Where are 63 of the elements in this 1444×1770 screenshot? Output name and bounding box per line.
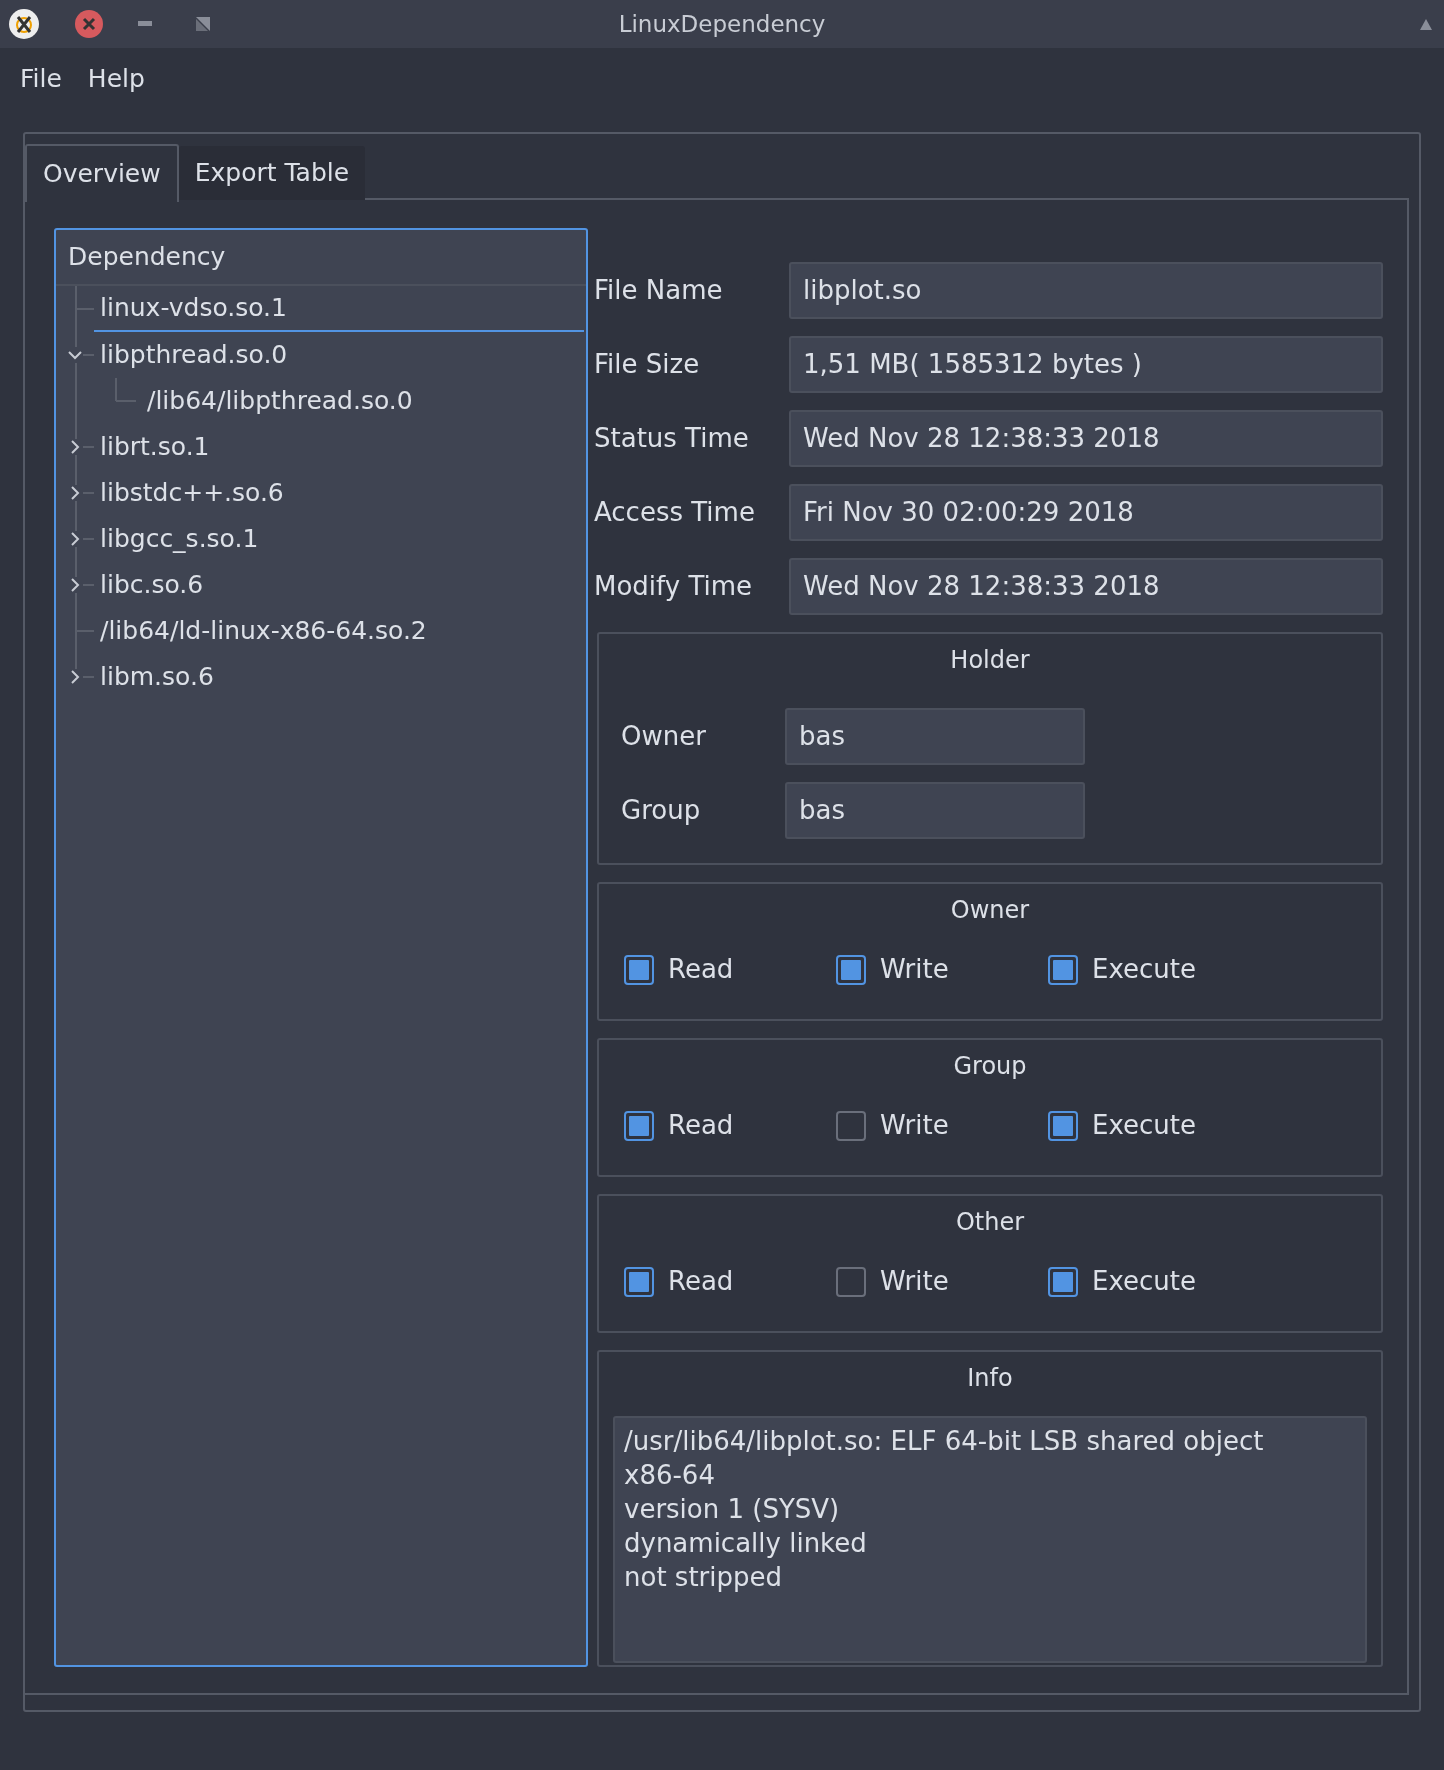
text-field[interactable]: Wed Nov 28 12:38:33 2018 xyxy=(789,558,1383,615)
text-field[interactable]: Wed Nov 28 12:38:33 2018 xyxy=(789,410,1383,467)
text-field[interactable]: Fri Nov 30 02:00:29 2018 xyxy=(789,484,1383,541)
text-field[interactable]: bas xyxy=(785,708,1085,765)
group-title: Holder xyxy=(950,645,1030,676)
maximize-icon[interactable] xyxy=(196,17,210,31)
checkbox[interactable] xyxy=(624,1266,654,1297)
tree-item[interactable]: libstdc++.so.6 xyxy=(94,470,584,516)
checkbox[interactable] xyxy=(1048,1110,1078,1141)
checkbox-label: Write xyxy=(880,953,949,986)
checkbox[interactable] xyxy=(624,1110,654,1141)
field-label: Owner xyxy=(621,720,707,753)
field-label: Modify Time xyxy=(594,570,754,603)
checkbox[interactable] xyxy=(1048,1266,1078,1297)
group-title: Info xyxy=(967,1363,1013,1394)
tree-item[interactable]: libpthread.so.0 xyxy=(94,332,584,378)
checkbox-label: Execute xyxy=(1092,953,1196,986)
checkbox-label: Write xyxy=(880,1265,949,1298)
checkbox-label: Execute xyxy=(1092,1109,1196,1142)
close-icon[interactable] xyxy=(74,9,104,39)
shade-icon[interactable] xyxy=(1420,18,1432,30)
group-title: Owner xyxy=(950,895,1030,926)
menu-item[interactable]: Help xyxy=(77,56,155,102)
text-line: dynamically linked xyxy=(624,1527,868,1560)
tree-item[interactable]: librt.so.1 xyxy=(94,424,584,470)
field-label: Access Time xyxy=(594,496,756,529)
minimize-icon[interactable] xyxy=(138,21,152,27)
tree-item[interactable]: libgcc_s.so.1 xyxy=(94,516,584,562)
checkbox[interactable] xyxy=(1048,954,1078,985)
field-label: File Name xyxy=(594,274,724,307)
checkbox-label: Execute xyxy=(1092,1265,1196,1298)
group-title: Other xyxy=(955,1207,1025,1238)
tree-item[interactable]: libm.so.6 xyxy=(94,654,584,700)
text-line: version 1 (SYSV) xyxy=(624,1493,841,1526)
field-label: Status Time xyxy=(594,422,750,455)
tab[interactable]: Export Table xyxy=(178,146,366,200)
checkbox[interactable] xyxy=(836,1266,866,1297)
app-icon[interactable] xyxy=(8,8,40,40)
field-label: Group xyxy=(621,794,702,827)
window-title: LinuxDependency xyxy=(618,9,826,39)
text-field[interactable]: libplot.so xyxy=(789,262,1383,319)
checkbox-label: Read xyxy=(668,1109,734,1142)
checkbox[interactable] xyxy=(836,954,866,985)
text-line: /usr/lib64/libplot.so: ELF 64-bit LSB shared object xyxy=(624,1425,1265,1458)
checkbox-label: Write xyxy=(880,1109,949,1142)
checkbox-label: Read xyxy=(668,1265,734,1298)
group-title: Group xyxy=(953,1051,1027,1082)
text-area[interactable]: /usr/lib64/libplot.so: ELF 64-bit LSB shared object x86-64 version 1 (SYSV) dynamically linked not stripped xyxy=(613,1416,1367,1663)
checkbox[interactable] xyxy=(624,954,654,985)
checkbox-label: Read xyxy=(668,953,734,986)
tree-item[interactable]: linux-vdso.so.1 xyxy=(94,286,584,332)
text-line: x86-64 xyxy=(624,1459,716,1492)
checkbox[interactable] xyxy=(836,1110,866,1141)
text-line: not stripped xyxy=(624,1561,783,1594)
tree-item[interactable]: /lib64/ld-linux-x86-64.so.2 xyxy=(94,608,584,654)
field-label: File Size xyxy=(594,348,701,381)
tree-item[interactable]: /lib64/libpthread.so.0 xyxy=(141,378,584,424)
column-header[interactable]: Dependency xyxy=(68,238,226,276)
tab[interactable]: Overview xyxy=(25,144,179,202)
menu-item[interactable]: File xyxy=(10,56,72,102)
text-field[interactable]: bas xyxy=(785,782,1085,839)
text-field[interactable]: 1,51 MB( 1585312 bytes ) xyxy=(789,336,1383,393)
tree-item[interactable]: libc.so.6 xyxy=(94,562,584,608)
